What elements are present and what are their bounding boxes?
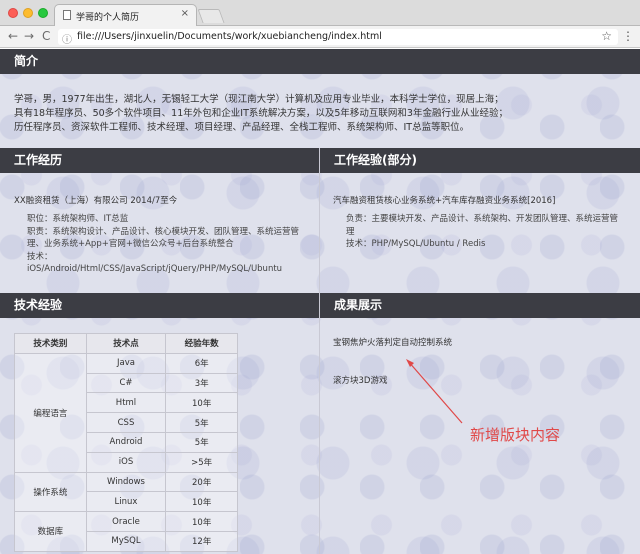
table-header: 技术类别 [14,333,87,354]
work-company: XX融资租赁（上海）有限公司 2014/7至今 [14,196,178,206]
maximize-window-button[interactable] [38,8,48,18]
category-cell: 编程语言 [14,352,87,473]
years-cell: 5年 [165,412,238,433]
section-header-work: 工作经历 [0,148,319,173]
years-cell: 10年 [165,392,238,414]
page-icon [63,10,71,20]
close-window-button[interactable] [8,8,18,18]
years-cell: 10年 [165,491,238,513]
project-responsibility: 负责：主要模块开发、产品设计、系统架构、开发团队管理、系统运营管理 [346,214,619,237]
intro-line: 具有18年程序员、50多个软件项目、11年外包和企业IT系统解决方案，以及5年移… [14,108,508,119]
years-cell: 6年 [165,352,238,374]
section-header-projects: 工作经验(部分) [320,148,640,173]
project-title: 汽车融资租赁核心业务系统+汽车库存融资业务系统[2016] [333,196,556,206]
column-divider [319,148,320,554]
annotation-arrow-icon [406,359,463,424]
years-cell: 20年 [165,471,238,493]
years-cell: 10年 [165,511,238,532]
minimize-window-button[interactable] [23,8,33,18]
years-cell: 3年 [165,372,238,394]
file-info-icon[interactable]: ⓘ [62,31,72,46]
intro-line: 历任程序员、资深软件工程师、技术经理、项目经理、产品经理、全栈工程师、系统架构师… [14,122,470,133]
work-tech-label: 技术： [27,251,53,262]
skill-cell: CSS [85,412,167,433]
years-cell: >5年 [165,451,238,473]
project-details: 负责：主要模块开发、产品设计、系统架构、开发团队管理、系统运营管理 技术：PHP… [346,213,626,251]
forward-icon[interactable]: → [24,29,34,43]
skill-cell: Oracle [85,511,167,532]
skill-cell: Linux [85,491,167,513]
intro-line: 学哥，男，1977年出生，湖北人，无锡轻工大学（现江南大学）计算机及应用专业毕业… [14,94,504,105]
browser-tab[interactable]: 学哥的个人简历 × [54,4,197,26]
back-icon[interactable]: ← [8,29,18,43]
skill-cell: MySQL [85,530,167,552]
skill-cell: Html [85,392,167,414]
skill-cell: iOS [85,451,167,473]
tab-title: 学哥的个人简历 [76,13,140,23]
resume-page: 简介 学哥，男，1977年出生，湖北人，无锡轻工大学（现江南大学）计算机及应用专… [0,49,640,554]
table-row: 数据库 Oracle 10年 [14,511,238,552]
section-header-intro: 简介 [0,49,640,74]
achievement-item[interactable]: 滚方块3D游戏 [333,374,387,386]
tab-close-icon[interactable]: × [181,8,189,19]
browser-menu-icon[interactable]: ⋮ [622,29,634,43]
skills-table: 技术类别 技术点 经验年数 编程语言 Java 6年 C# 3年 Html 10… [14,333,238,552]
intro-text: 学哥，男，1977年出生，湖北人，无锡轻工大学（现江南大学）计算机及应用专业毕业… [14,93,626,135]
category-cell: 数据库 [14,511,87,552]
table-header: 经验年数 [165,333,238,354]
table-header: 技术点 [85,333,167,354]
work-duties: 职责：系统架构设计、产品设计、核心模块开发、团队管理、系统运营管理、业务系统+A… [27,226,300,250]
table-row: 编程语言 Java 6年 [14,352,238,473]
section-header-skills: 技术经验 [0,293,319,318]
work-position: 职位：系统架构师、IT总监 [27,214,129,224]
annotation-text: 新增版块内容 [470,426,561,444]
new-tab-button[interactable] [197,9,225,23]
achievement-item[interactable]: 宝钢焦炉火落判定自动控制系统 [333,336,452,348]
category-cell: 操作系统 [14,471,87,513]
project-tech: 技术：PHP/MySQL/Ubuntu / Redis [346,239,486,249]
url-text[interactable]: file:///Users/jinxuelin/Documents/work/x… [77,31,382,42]
years-cell: 5年 [165,431,238,453]
address-bar[interactable]: ⓘ file:///Users/jinxuelin/Documents/work… [58,29,618,46]
skill-cell: Windows [85,471,167,493]
skill-cell: C# [85,372,167,394]
browser-toolbar: ← → C ⓘ file:///Users/jinxuelin/Document… [0,26,640,48]
table-row: 操作系统 Windows 20年 [14,471,238,513]
work-tech-list: iOS/Android/Html/CSS/JavaScript/jQuery/P… [27,264,283,274]
section-header-achievements: 成果展示 [320,293,640,318]
skill-cell: Android [85,431,167,453]
browser-tab-bar: 学哥的个人简历 × [0,0,640,26]
bookmark-star-icon[interactable]: ☆ [601,29,612,43]
years-cell: 12年 [165,530,238,552]
reload-icon[interactable]: C [42,29,50,43]
skill-cell: Java [85,352,167,374]
work-details: 职位：系统架构师、IT总监 职责：系统架构设计、产品设计、核心模块开发、团队管理… [27,213,312,276]
